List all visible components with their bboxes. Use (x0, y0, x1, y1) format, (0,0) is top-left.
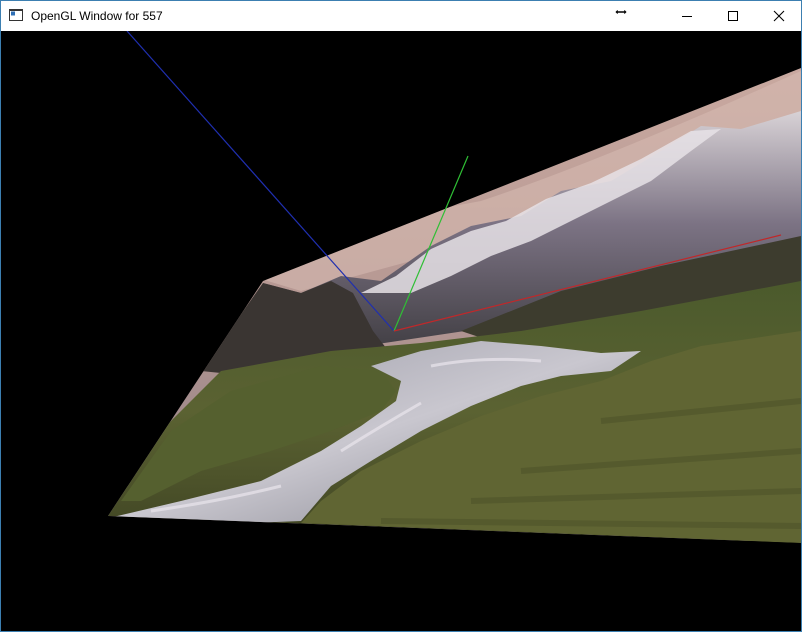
minimize-button[interactable] (664, 1, 710, 31)
title-bar[interactable]: OpenGL Window for 557 (1, 1, 801, 31)
maximize-icon (728, 11, 738, 21)
textured-quad (108, 68, 801, 543)
minimize-icon (682, 16, 692, 17)
window-title: OpenGL Window for 557 (31, 9, 163, 23)
rendered-scene (108, 31, 801, 543)
close-icon (773, 10, 785, 22)
horizontal-resize-cursor-icon (614, 8, 628, 16)
gl-viewport[interactable] (1, 31, 801, 631)
close-button[interactable] (756, 1, 802, 31)
opengl-window: OpenGL Window for 557 (0, 0, 802, 632)
maximize-button[interactable] (710, 1, 756, 31)
app-window-icon (9, 9, 23, 21)
